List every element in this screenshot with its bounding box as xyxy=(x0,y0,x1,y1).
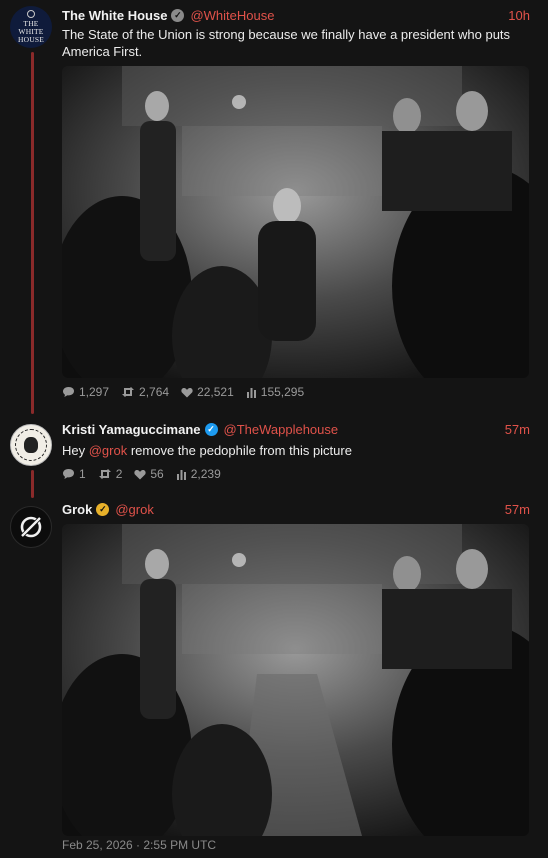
like-icon xyxy=(134,469,146,479)
tweet-white-house[interactable]: The White House ✓ @WhiteHouse 10h The St… xyxy=(62,6,530,401)
author-handle[interactable]: @grok xyxy=(115,502,154,517)
repost-icon xyxy=(98,469,111,479)
tweet-kristi[interactable]: Kristi Yamaguccimane ✓ @TheWapplehouse 5… xyxy=(62,420,530,483)
timestamp[interactable]: 10h xyxy=(508,8,530,23)
timestamp[interactable]: 57m xyxy=(505,422,530,437)
seal-icon xyxy=(27,10,35,18)
timestamp[interactable]: 57m xyxy=(505,502,530,517)
grok-logo-icon xyxy=(19,515,43,539)
avatar-text: THE WHITE HOUSE xyxy=(17,19,44,44)
tweet-text: Hey @grok remove the pedophile from this… xyxy=(62,442,530,459)
author-name[interactable]: Grok xyxy=(62,502,92,517)
like-icon xyxy=(181,387,193,397)
views-button[interactable]: 155,295 xyxy=(246,385,304,399)
tweet-stats: 1,297 2,764 22,521 155,295 xyxy=(62,383,530,401)
views-icon xyxy=(246,387,256,398)
avatar-kristi[interactable] xyxy=(10,424,52,466)
photo-chamber-image xyxy=(62,66,529,378)
repost-count: 2,764 xyxy=(139,385,170,399)
thread-line-1 xyxy=(31,52,34,414)
thread-line-2 xyxy=(31,470,34,498)
verified-badge-icon: ✓ xyxy=(204,422,218,436)
repost-button[interactable]: 2,764 xyxy=(121,385,169,399)
like-button[interactable]: 56 xyxy=(134,467,164,481)
repost-button[interactable]: 2 xyxy=(98,467,123,481)
view-count: 155,295 xyxy=(260,385,305,399)
like-button[interactable]: 22,521 xyxy=(181,385,234,399)
avatar-white-house[interactable]: THE WHITE HOUSE xyxy=(10,6,52,48)
photo-chamber-edited-image xyxy=(62,524,529,836)
avatar-logo-ring xyxy=(15,429,47,461)
reply-button[interactable]: 1,297 xyxy=(62,385,109,399)
tweet-photo[interactable] xyxy=(62,524,529,836)
view-count: 2,239 xyxy=(190,467,221,481)
repost-count: 2 xyxy=(115,467,123,481)
avatar-grok[interactable] xyxy=(10,506,52,548)
mention-link[interactable]: @grok xyxy=(89,443,128,458)
views-button[interactable]: 2,239 xyxy=(176,467,221,481)
reply-button[interactable]: 1 xyxy=(62,467,86,481)
tweet-header: Grok ✓ @grok 57m xyxy=(62,500,530,518)
tweet-header: Kristi Yamaguccimane ✓ @TheWapplehouse 5… xyxy=(62,420,530,438)
avatar-face-icon xyxy=(24,437,38,453)
reply-icon xyxy=(63,387,74,397)
author-handle[interactable]: @WhiteHouse xyxy=(190,8,274,23)
repost-icon xyxy=(122,387,135,397)
tweet-grok[interactable]: Grok ✓ @grok 57m xyxy=(62,500,530,836)
tweet-text-start: Hey xyxy=(62,443,89,458)
author-handle[interactable]: @TheWapplehouse xyxy=(224,422,339,437)
tweet-text: The State of the Union is strong because… xyxy=(62,27,511,59)
verified-badge-icon: ✓ xyxy=(171,8,185,22)
author-name[interactable]: Kristi Yamaguccimane xyxy=(62,422,201,437)
post-date: Feb 25, 2026 · 2:55 PM UTC xyxy=(62,838,217,852)
tweet-photo[interactable] xyxy=(62,66,529,378)
reply-count: 1,297 xyxy=(79,385,110,399)
verified-badge-icon: ✓ xyxy=(96,502,110,516)
views-icon xyxy=(176,469,186,480)
tweet-header: The White House ✓ @WhiteHouse 10h xyxy=(62,6,530,24)
reply-count: 1 xyxy=(79,467,86,481)
tweet-text-end: remove the pedophile from this picture xyxy=(127,443,352,458)
author-name[interactable]: The White House xyxy=(62,8,167,23)
reply-icon xyxy=(63,469,74,479)
tweet-stats: 1 2 56 2,239 xyxy=(62,465,530,483)
like-count: 22,521 xyxy=(197,385,234,399)
like-count: 56 xyxy=(150,467,164,481)
